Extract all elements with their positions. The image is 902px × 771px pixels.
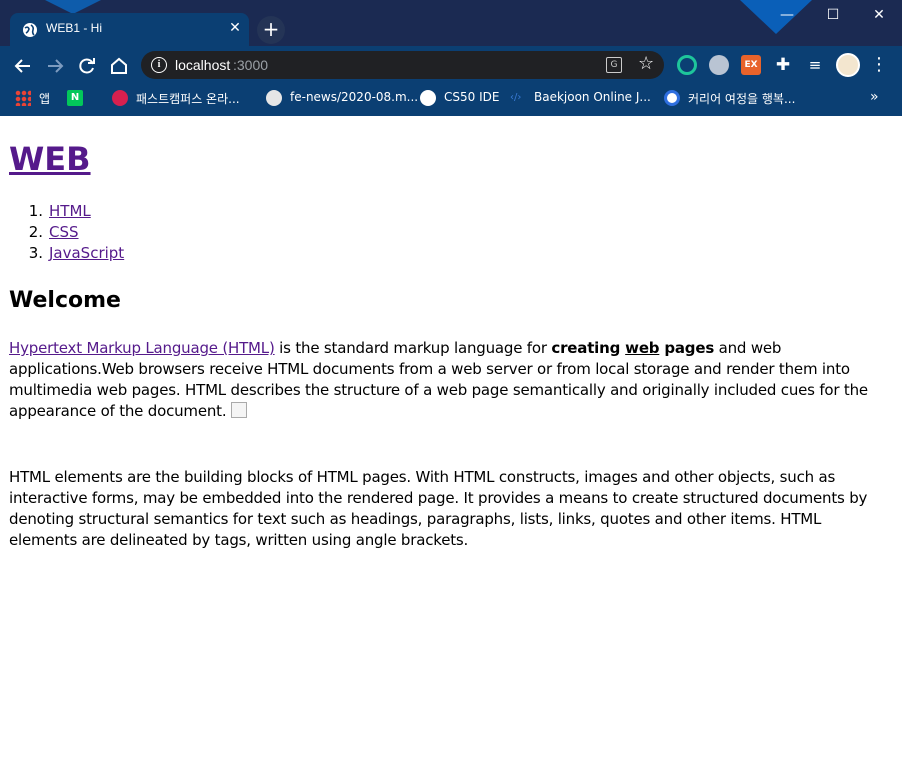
kebab-menu-icon[interactable]: ⋮ [869,54,889,76]
back-button[interactable] [10,53,36,79]
intro-paragraph: Hypertext Markup Language (HTML) is the … [9,339,868,420]
apps-icon [15,90,31,106]
broken-image-icon [231,402,247,418]
browser-tab[interactable]: WEB1 - Hi ✕ [10,13,249,46]
code-icon: ‹/› [510,92,522,103]
new-tab-button[interactable]: + [257,16,285,44]
titlebar-decoration [45,0,101,14]
media-queue-icon[interactable]: ≡ [805,55,825,75]
url-host: localhost [175,57,231,73]
close-tab-icon[interactable]: ✕ [226,19,244,37]
list-item: 1. HTML [28,202,91,220]
bookmark-naver[interactable]: N [67,88,87,108]
address-bar[interactable]: i localhost :3000 G ☆ [141,51,664,79]
browser-chrome: WEB1 - Hi ✕ + — ☐ ✕ i localhost :3000 G … [0,0,902,116]
bookmarks-bar: 앱 N 패스트캠퍼스 온라... fe-news/2020-08.m... CS… [0,84,902,110]
home-button[interactable] [106,53,132,79]
arrow-left-icon [14,59,30,73]
home-icon [111,57,127,74]
forward-button[interactable] [42,53,68,79]
close-window-button[interactable]: ✕ [856,0,902,32]
maximize-button[interactable]: ☐ [810,0,856,32]
career-icon [664,90,680,106]
list-item: 3. JavaScript [28,244,125,262]
section-heading: Welcome [9,288,121,313]
globe-icon [420,90,436,106]
translate-icon[interactable]: G [606,57,622,73]
reload-icon [79,58,95,74]
bookmark-fastcampus[interactable]: 패스트캠퍼스 온라... [112,88,262,108]
bookmarks-overflow-icon[interactable]: » [870,89,879,105]
info-icon[interactable]: i [151,57,167,73]
body-paragraph: HTML elements are the building blocks of… [9,468,868,549]
reload-button[interactable] [74,53,100,79]
tab-title: WEB1 - Hi [46,21,103,35]
minimize-button[interactable]: — [764,0,810,32]
fastcampus-icon [112,90,128,106]
globe-icon [23,23,37,37]
bookmark-baekjoon[interactable]: ‹/› Baekjoon Online J... [510,88,655,108]
naver-icon: N [67,90,83,106]
url-port: :3000 [233,57,269,73]
bookmark-apps[interactable]: 앱 [15,88,65,108]
bookmark-cs50[interactable]: CS50 IDE [420,88,510,108]
html-wiki-link[interactable]: Hypertext Markup Language (HTML) [9,339,275,357]
list-item: 2. CSS [28,223,79,241]
bookmark-fe-news[interactable]: fe-news/2020-08.m... [266,88,418,108]
page-title-link[interactable]: WEB [9,140,91,178]
grammarly-extension-icon[interactable] [677,55,697,75]
page-content: WEB 1. HTML 2. CSS 3. JavaScript Welcome Hy… [9,118,893,768]
bookmark-career[interactable]: 커리어 여정을 행복... [664,88,814,108]
globe-extension-icon[interactable] [709,55,729,75]
page-title: WEB [9,140,91,178]
avatar[interactable] [836,53,860,77]
nav-list: 1. HTML 2. CSS 3. JavaScript [9,202,125,265]
ex-extension-icon[interactable]: EX [741,55,761,75]
github-icon [266,90,282,106]
arrow-right-icon [48,59,64,73]
nav-link-css[interactable]: CSS [49,223,79,241]
bookmark-star-icon[interactable]: ☆ [638,53,654,74]
nav-link-javascript[interactable]: JavaScript [49,244,124,262]
nav-link-html[interactable]: HTML [49,202,91,220]
puzzle-extensions-icon[interactable]: ✚ [773,55,793,75]
